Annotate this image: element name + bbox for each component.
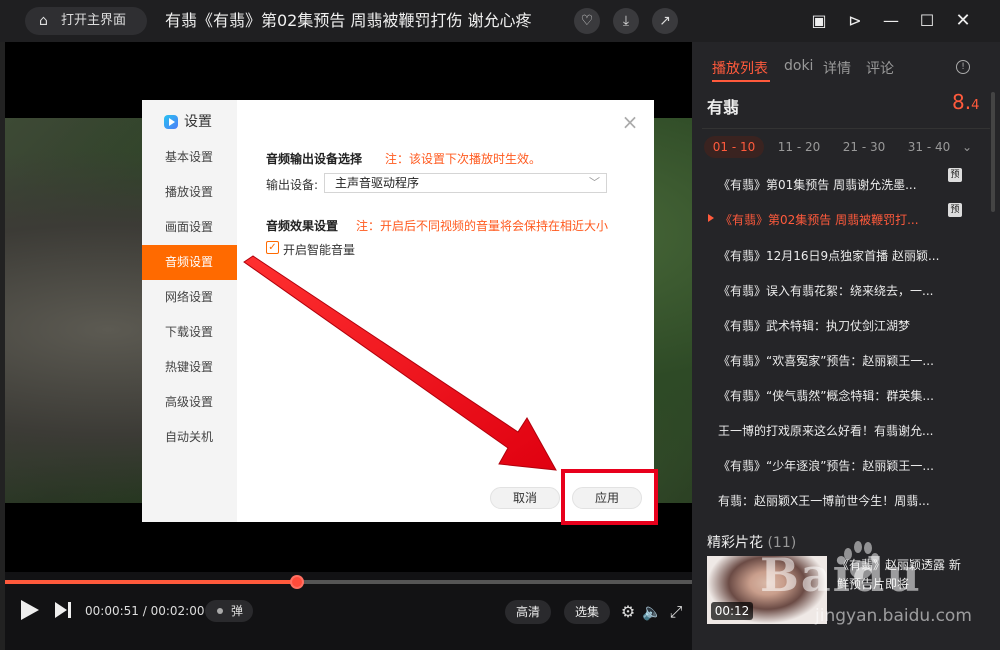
video-title: 有翡《有翡》第02集预告 周翡被鞭罚打伤 谢允心疼 [165,11,532,30]
episode-item[interactable]: 《有翡》武术特辑：执刀仗剑江湖梦 [718,317,954,334]
panel-divider [702,128,990,129]
fullscreen-icon[interactable]: ⤢ [665,600,687,624]
apply-highlight-box [561,469,658,525]
clips-title-text: 精彩片花 [707,535,763,551]
output-device-note: 注：该设置下次播放时生效。 [385,152,542,166]
range-tab-4[interactable]: 31 - 40 [899,136,959,158]
episode-item[interactable]: 《有翡》误入有翡花絮：绕来绕去，一... [718,282,954,299]
cancel-button[interactable]: 取消 [490,487,560,509]
open-main-button[interactable]: ⌂ 打开主界面 [25,7,147,35]
episode-item[interactable]: 王一博的打戏原来这么好看！有翡谢允... [718,422,954,439]
settings-menu-basic[interactable]: 基本设置 [142,140,237,175]
range-tab-2[interactable]: 11 - 20 [769,136,829,158]
close-window-icon[interactable]: ✕ [950,8,976,34]
home-icon: ⌂ [39,13,48,29]
settings-menu-playback[interactable]: 播放设置 [142,175,237,210]
output-device-value: 主声音驱动程序 [335,176,420,190]
mini-mode-icon[interactable]: ▣ [806,8,832,34]
playlist-panel: 播放列表 doki 详情 评论 ! 有翡 8.4 01 - 10 11 - 20… [692,42,1000,650]
episode-item[interactable]: 《有翡》“侠气翡然”概念特辑：群英集... [718,387,954,404]
clip-thumbnail[interactable]: 00:12 [707,556,827,624]
settings-title: 设置 [184,114,212,130]
tab-details[interactable]: 详情 [823,58,851,78]
audio-effect-note: 注：开启后不同视频的音量将会保持在相近大小 [356,219,609,233]
show-name: 有翡 [707,98,740,117]
progress-thumb[interactable] [289,575,304,589]
progress-fill [5,580,297,584]
episode-item[interactable]: 《有翡》“欢喜冤家”预告：赵丽颖王一... [718,352,954,369]
settings-sidebar: 设置 基本设置 播放设置 画面设置 音频设置 网络设置 下载设置 热键设置 高级… [142,100,237,522]
info-icon[interactable]: ! [956,60,970,74]
tab-doki[interactable]: doki [784,58,813,74]
episode-item[interactable]: 《有翡》“少年逐浪”预告：赵丽颖王一... [718,457,954,474]
preview-badge: 预 [948,168,962,182]
open-main-label: 打开主界面 [61,13,127,28]
settings-gear-icon[interactable]: ⚙ [617,600,639,624]
score-decimal: 4 [971,98,980,113]
panel-scrollbar[interactable] [991,92,995,212]
quality-button[interactable]: 高清 [505,600,551,624]
clips-section-title: 精彩片花 (11) [707,532,796,552]
show-score: 8.4 [952,90,979,114]
episode-item[interactable]: 《有翡》12月16日9点独家首播 赵丽颖... [718,247,954,264]
chevron-down-icon: ﹀ [589,176,600,189]
play-icon[interactable] [21,600,39,620]
active-tab-underline [712,80,770,82]
playback-time: 00:00:51 / 00:02:00 [85,604,205,618]
pin-icon[interactable]: ⊳ [842,8,868,34]
player-controls: 00:00:51 / 00:02:00 弹 高清 选集 ⚙ 🔈 ⤢ [5,572,692,650]
preview-badge: 预 [948,203,962,217]
danmu-toggle[interactable]: 弹 [205,600,253,622]
download-icon[interactable]: ⤓ [613,8,639,34]
next-episode-icon[interactable] [55,602,75,620]
clip-title[interactable]: 《有翡》赵丽颖透露 新鲜预告片即将 [837,556,967,594]
favorite-add-icon[interactable]: ♡ [574,8,600,34]
title-bar: ⌂ 打开主界面 有翡《有翡》第02集预告 周翡被鞭罚打伤 谢允心疼 ♡ ⤓ ↗ … [0,0,1000,42]
output-device-section-title: 音频输出设备选择 [266,152,363,166]
smart-volume-label: 开启智能音量 [283,243,356,257]
audio-effect-section-title: 音频效果设置 [266,219,339,233]
tencent-video-logo-icon [164,115,178,129]
clip-duration: 00:12 [711,602,753,620]
settings-header: 设置 [164,112,234,132]
output-device-label: 输出设备: [266,178,319,192]
settings-menu-auto-shutdown[interactable]: 自动关机 [142,420,237,455]
settings-menu-picture[interactable]: 画面设置 [142,210,237,245]
range-tab-3[interactable]: 21 - 30 [834,136,894,158]
score-integer: 8. [952,90,972,114]
settings-dialog: 设置 基本设置 播放设置 画面设置 音频设置 网络设置 下载设置 热键设置 高级… [142,100,654,522]
settings-menu-download[interactable]: 下载设置 [142,315,237,350]
output-device-select[interactable]: 主声音驱动程序 ﹀ [324,173,607,193]
chevron-down-icon[interactable]: ⌄ [962,136,972,158]
episode-item[interactable]: 《有翡》第01集预告 周翡谢允洗墨... [718,176,954,193]
maximize-icon[interactable]: ☐ [914,8,940,34]
tab-playlist[interactable]: 播放列表 [712,58,768,78]
settings-menu-audio[interactable]: 音频设置 [142,245,237,280]
share-icon[interactable]: ↗ [652,8,678,34]
video-player-window: ⌂ 打开主界面 有翡《有翡》第02集预告 周翡被鞭罚打伤 谢允心疼 ♡ ⤓ ↗ … [0,0,1000,650]
dialog-close-icon[interactable]: × [620,112,640,132]
settings-menu-advanced[interactable]: 高级设置 [142,385,237,420]
minimize-icon[interactable]: — [878,8,904,34]
volume-icon[interactable]: 🔈 [641,600,663,624]
episode-item[interactable]: 有翡：赵丽颖X王一博前世今生！周翡... [718,492,954,509]
settings-menu-network[interactable]: 网络设置 [142,280,237,315]
settings-menu-hotkey[interactable]: 热键设置 [142,350,237,385]
progress-bar[interactable] [5,575,692,589]
range-tab-1[interactable]: 01 - 10 [704,136,764,158]
tab-comments[interactable]: 评论 [866,58,894,78]
now-playing-icon [708,214,714,222]
episodes-button[interactable]: 选集 [564,600,610,624]
episode-item-active[interactable]: 《有翡》第02集预告 周翡被鞭罚打... [720,211,956,228]
clips-count: (11) [767,535,797,551]
smart-volume-checkbox[interactable]: ✓ [266,241,279,254]
